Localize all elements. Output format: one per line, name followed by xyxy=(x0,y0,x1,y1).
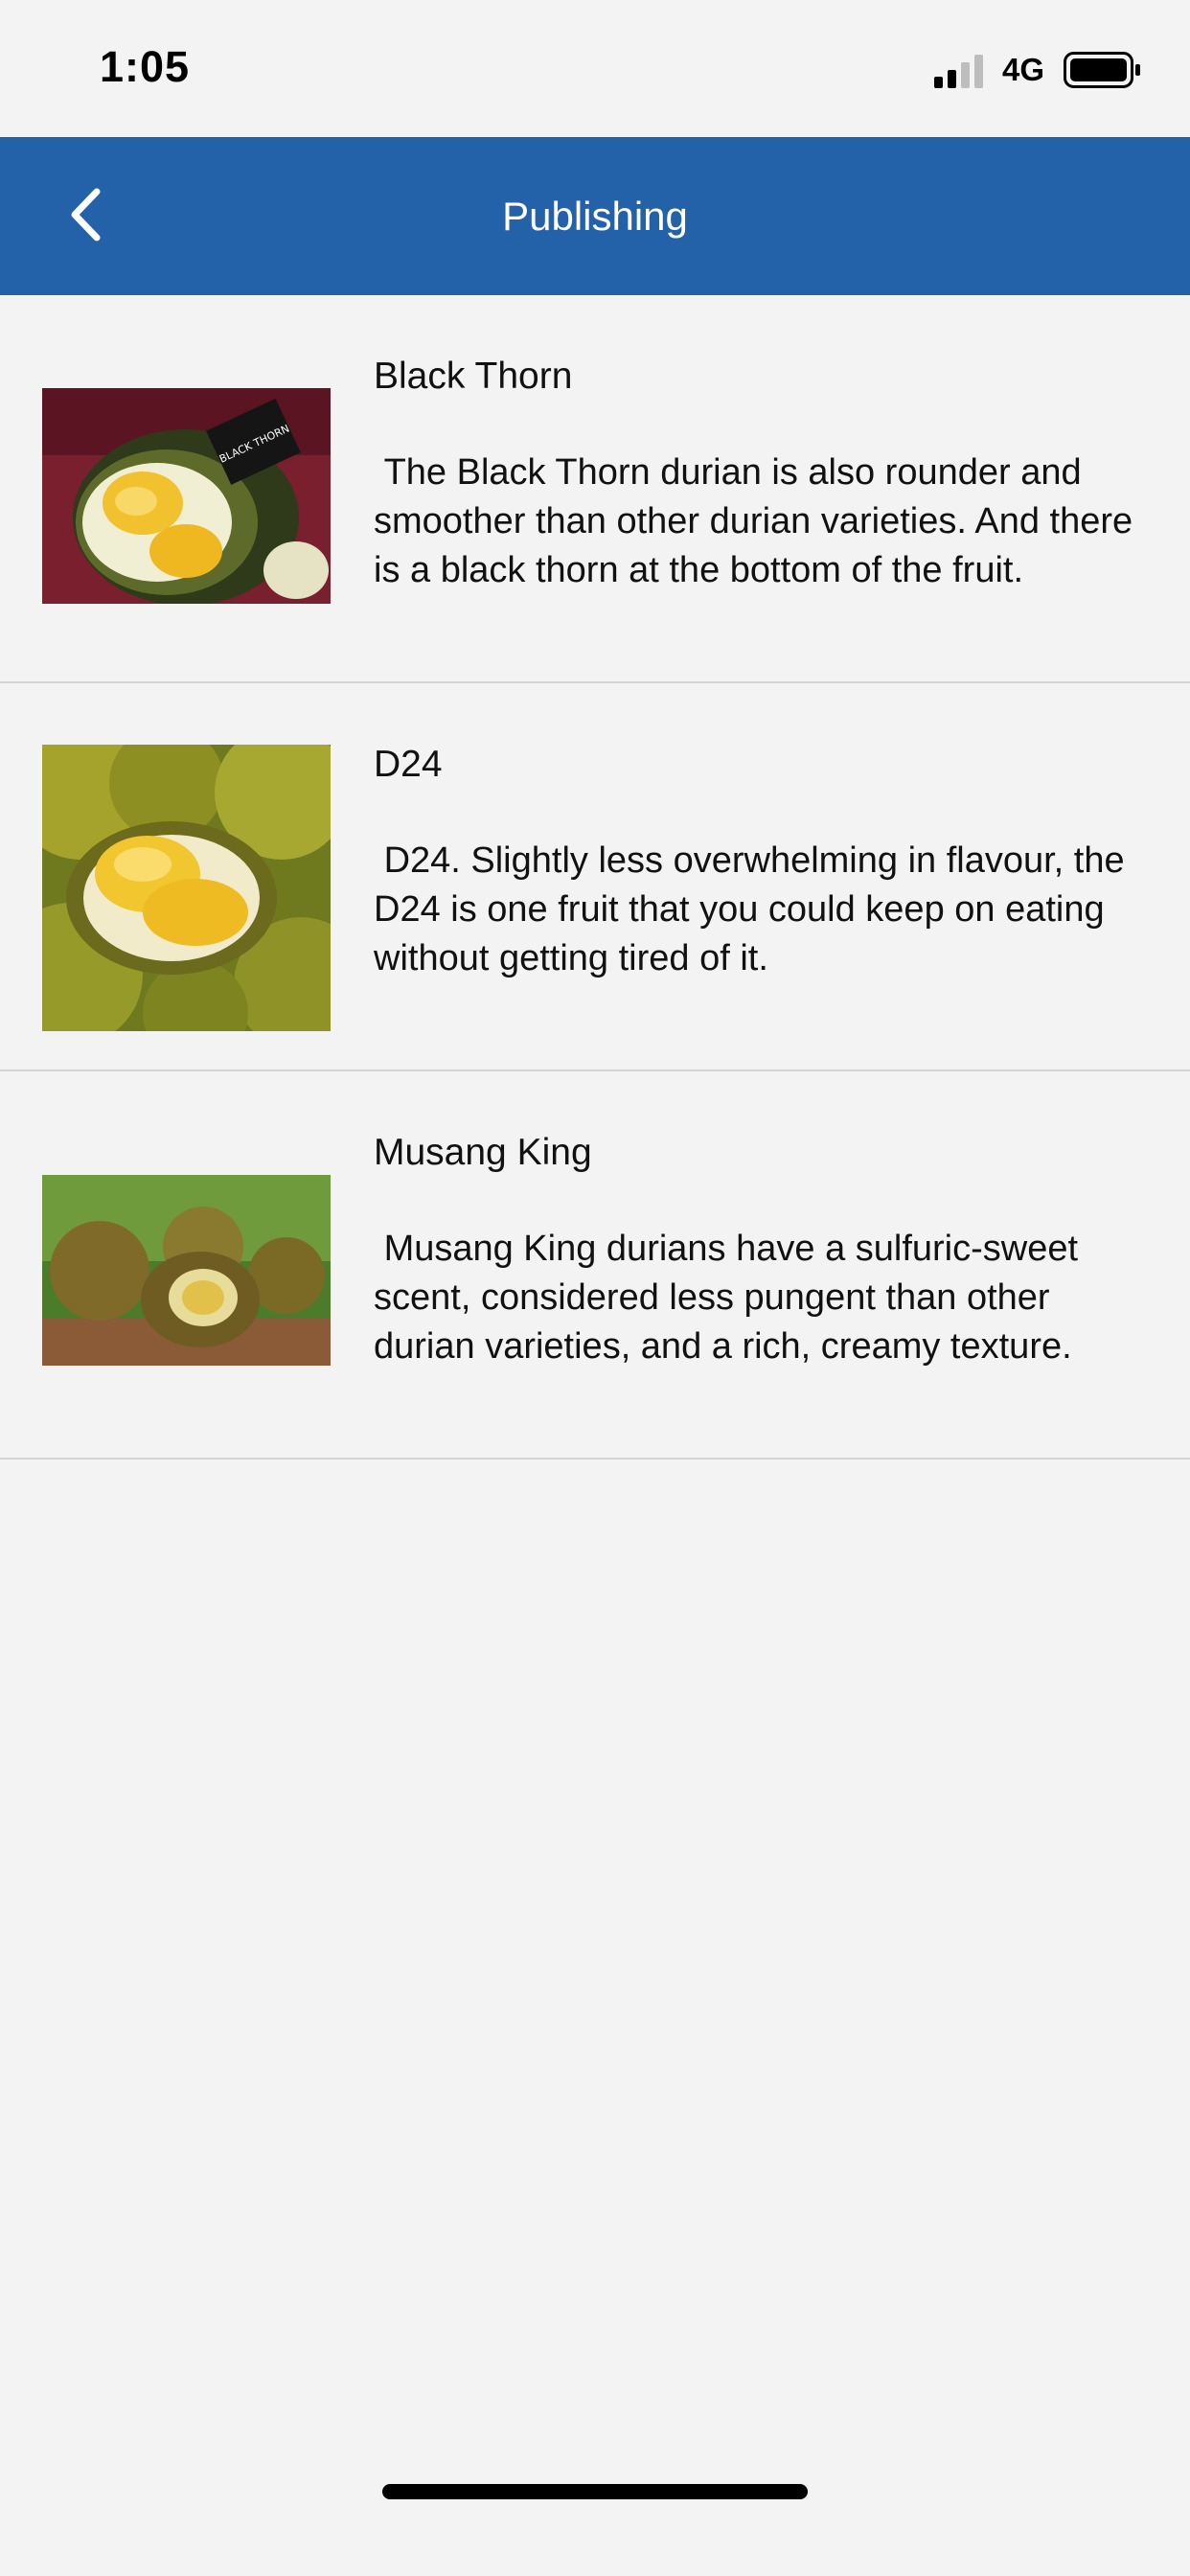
back-button[interactable] xyxy=(52,175,119,254)
signal-icon xyxy=(934,55,983,88)
status-bar: 1:05 4G xyxy=(0,0,1190,137)
black-thorn-image: BLACK THORN xyxy=(42,388,331,604)
status-time: 1:05 xyxy=(100,42,191,91)
item-title: Black Thorn xyxy=(374,356,573,397)
network-type: 4G xyxy=(1002,52,1045,87)
item-description: D24. Slightly less overwhelming in flavo… xyxy=(374,840,1135,978)
home-indicator[interactable] xyxy=(382,2484,808,2499)
list-item[interactable]: BLACK THORN Black Thorn The Black Thorn … xyxy=(0,295,1190,683)
nav-bar: Publishing xyxy=(0,137,1190,295)
battery-icon xyxy=(1064,52,1140,88)
list-item[interactable]: Musang King Musang King durians have a s… xyxy=(0,1071,1190,1460)
list-item[interactable]: D24 D24. Slightly less overwhelming in f… xyxy=(0,683,1190,1071)
page-title: Publishing xyxy=(502,194,688,239)
d24-image xyxy=(42,745,331,1031)
item-title: Musang King xyxy=(374,1132,592,1173)
musang-king-image xyxy=(42,1175,331,1366)
item-description: The Black Thorn durian is also rounder a… xyxy=(374,452,1143,590)
item-title: D24 xyxy=(374,744,443,785)
item-description: Musang King durians have a sulfuric-swee… xyxy=(374,1229,1088,1367)
publishing-list: BLACK THORN Black Thorn The Black Thorn … xyxy=(0,295,1190,1460)
chevron-left-icon xyxy=(71,188,101,242)
